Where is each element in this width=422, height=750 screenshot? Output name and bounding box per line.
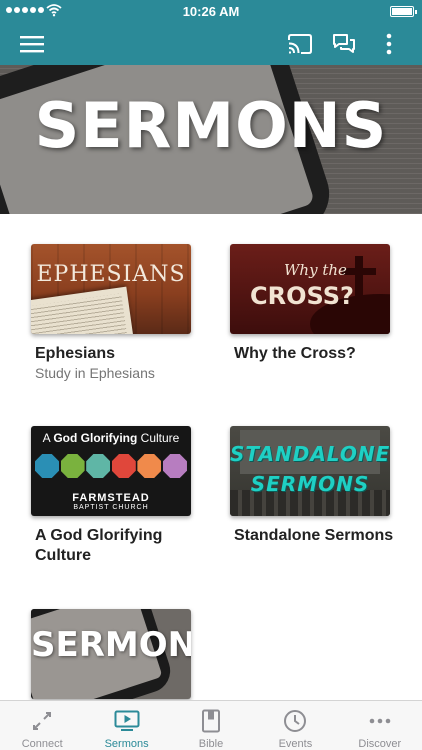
tab-label: Sermons <box>104 738 149 750</box>
culture-icon <box>137 454 162 478</box>
tab-connect[interactable]: Connect <box>0 701 84 750</box>
tab-label: Discover <box>358 738 402 750</box>
connect-arrows-icon <box>29 708 55 734</box>
series-thumbnail: STANDALONE SERMONS <box>230 426 390 516</box>
tab-sermons[interactable]: Sermons <box>84 701 168 750</box>
more-vertical-icon <box>386 33 392 55</box>
series-card-sermons[interactable]: SERMONS <box>31 609 201 699</box>
thumbnail-text: EPHESIANS <box>36 262 186 287</box>
more-options-button[interactable] <box>373 28 405 60</box>
tab-label: Events <box>278 738 313 750</box>
video-play-icon <box>114 708 140 734</box>
culture-icons-row <box>35 454 187 478</box>
series-thumbnail: SERMONS <box>31 609 191 699</box>
bible-book-icon <box>198 708 224 734</box>
status-bar: 10:26 AM <box>0 0 422 22</box>
thumbnail-text: CROSS? <box>250 282 354 310</box>
clock-icon <box>282 708 308 734</box>
cast-icon <box>288 34 312 54</box>
series-thumbnail: A God Glorifying Culture FARMSTEAD BAPTI… <box>31 426 191 516</box>
series-card-why-the-cross[interactable]: Why the CROSS? Why the Cross? <box>230 244 400 364</box>
culture-icon <box>162 454 187 478</box>
series-card-god-glorifying-culture[interactable]: A God Glorifying Culture FARMSTEAD BAPTI… <box>31 426 201 566</box>
culture-icon <box>111 454 136 478</box>
tab-events[interactable]: Events <box>253 701 337 750</box>
culture-icon <box>35 454 59 478</box>
series-title: Ephesians <box>35 345 116 362</box>
more-horizontal-icon <box>367 708 393 734</box>
bottom-tab-bar: Connect Sermons Bible Events Discover <box>0 700 422 750</box>
culture-icon <box>60 454 85 478</box>
battery-icon <box>390 6 417 17</box>
church-logo: FARMSTEAD BAPTIST CHURCH <box>72 492 150 511</box>
hamburger-menu-icon <box>20 36 44 53</box>
series-title: Why the Cross? <box>234 345 356 362</box>
series-card-standalone-sermons[interactable]: STANDALONE SERMONS Standalone Sermons <box>230 426 400 546</box>
tab-bible[interactable]: Bible <box>169 701 253 750</box>
tab-label: Connect <box>21 738 63 750</box>
cross-icon <box>355 256 363 312</box>
series-card-ephesians[interactable]: EPHESIANS Ephesians Study in Ephesians <box>31 244 201 382</box>
thumbnail-text: A God Glorifying Culture <box>42 431 180 445</box>
series-subtitle: Study in Ephesians <box>35 365 155 381</box>
tab-discover[interactable]: Discover <box>338 701 422 750</box>
series-title: A God Glorifying Culture <box>35 527 163 564</box>
hero-title: SERMONS <box>34 89 388 162</box>
series-thumbnail: Why the CROSS? <box>230 244 390 334</box>
thumbnail-text: Why the <box>284 261 347 279</box>
series-title: Standalone Sermons <box>234 527 394 544</box>
culture-icon <box>86 454 111 478</box>
chat-bubbles-icon <box>333 34 355 53</box>
app-bar <box>0 22 422 65</box>
status-time: 10:26 AM <box>182 4 240 19</box>
menu-button[interactable] <box>16 28 48 60</box>
chat-button[interactable] <box>328 28 360 60</box>
thumbnail-text: SERMONS <box>250 472 370 496</box>
thumbnail-text: STANDALONE <box>230 442 390 466</box>
tab-label: Bible <box>198 738 224 750</box>
hero-banner: SERMONS <box>0 65 422 214</box>
cast-button[interactable] <box>284 28 316 60</box>
series-thumbnail: EPHESIANS <box>31 244 191 334</box>
thumbnail-text: SERMONS <box>31 625 191 665</box>
